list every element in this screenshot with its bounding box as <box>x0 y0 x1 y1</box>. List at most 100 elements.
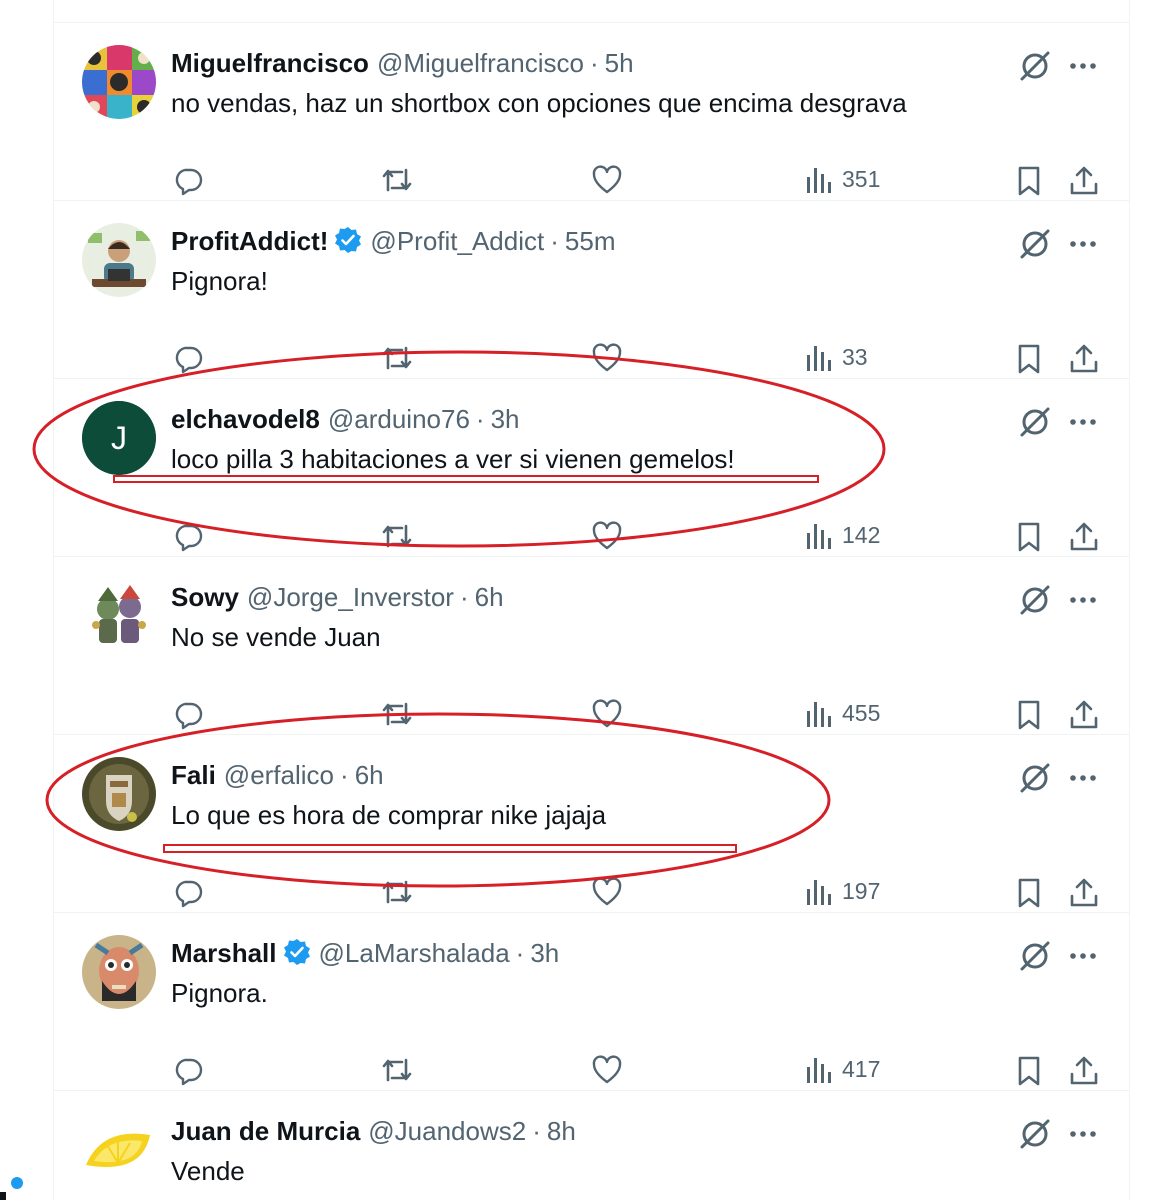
author-name[interactable]: Miguelfrancisco <box>171 48 369 78</box>
bookmark-icon[interactable] <box>1014 876 1044 915</box>
tweet[interactable]: Miguelfrancisco @Miguelfrancisco · 5h no ve… <box>54 22 1129 201</box>
views-counter[interactable]: 417 <box>804 1054 880 1091</box>
tweet[interactable]: Sowy @Jorge_Inverstor · 6h No se vende Juan… <box>54 556 1129 735</box>
timestamp[interactable]: 6h <box>475 582 504 612</box>
author-name[interactable]: Juan de Murcia <box>171 1116 360 1146</box>
more-icon[interactable] <box>1066 405 1100 444</box>
share-icon[interactable] <box>1068 164 1100 203</box>
author-handle[interactable]: @Miguelfrancisco <box>377 48 584 78</box>
tweet[interactable]: ProfitAddict! @Profit_Addict · 55m Pignora!… <box>54 200 1129 379</box>
retweet-icon[interactable] <box>380 520 414 557</box>
heart-icon[interactable] <box>591 698 623 735</box>
author-handle[interactable]: @Jorge_Inverstor <box>247 582 454 612</box>
reply-icon[interactable] <box>172 164 204 201</box>
separator-dot: · <box>589 48 599 78</box>
timestamp[interactable]: 3h <box>530 938 559 968</box>
separator-dot: · <box>459 582 469 612</box>
heart-icon[interactable] <box>591 876 623 913</box>
verified-badge-icon <box>334 226 362 261</box>
author-name[interactable]: Fali <box>171 760 216 790</box>
bookmark-icon[interactable] <box>1014 342 1044 381</box>
more-icon[interactable] <box>1066 1117 1100 1156</box>
author-handle[interactable]: @LaMarshalada <box>319 938 510 968</box>
tweet[interactable]: Fali @erfalico · 6h Lo que es hora de compr… <box>54 734 1129 913</box>
retweet-icon[interactable] <box>380 342 414 379</box>
avatar[interactable] <box>82 757 156 831</box>
author-handle[interactable]: @arduino76 <box>328 404 470 434</box>
avatar[interactable] <box>82 1113 156 1187</box>
more-icon[interactable] <box>1066 939 1100 978</box>
views-count: 351 <box>842 166 881 192</box>
author-handle[interactable]: @Juandows2 <box>368 1116 526 1146</box>
separator-dot: · <box>340 760 349 790</box>
reply-icon[interactable] <box>172 342 204 379</box>
bookmark-icon[interactable] <box>1014 164 1044 203</box>
tweet[interactable]: Marshall @LaMarshalada · 3h Pignora. 417 <box>54 912 1129 1091</box>
heart-icon[interactable] <box>591 520 623 557</box>
reply-icon[interactable] <box>172 520 204 557</box>
bookmark-icon[interactable] <box>1014 698 1044 737</box>
views-counter[interactable]: 33 <box>804 342 868 379</box>
timestamp[interactable]: 5h <box>605 48 634 78</box>
more-icon[interactable] <box>1066 761 1100 800</box>
timestamp[interactable]: 6h <box>355 760 384 790</box>
avatar[interactable] <box>82 45 156 119</box>
timestamp[interactable]: 8h <box>547 1116 576 1146</box>
timestamp[interactable]: 55m <box>565 226 616 256</box>
author-handle[interactable]: @erfalico <box>224 760 334 790</box>
avatar[interactable] <box>82 223 156 297</box>
share-icon[interactable] <box>1068 876 1100 915</box>
grok-icon[interactable] <box>1018 583 1052 622</box>
retweet-icon[interactable] <box>380 1054 414 1091</box>
views-count: 197 <box>842 878 881 904</box>
share-icon[interactable] <box>1068 698 1100 737</box>
reply-icon[interactable] <box>172 876 204 913</box>
more-icon[interactable] <box>1066 49 1100 88</box>
views-count: 455 <box>842 700 881 726</box>
views-icon <box>807 702 831 727</box>
retweet-icon[interactable] <box>380 876 414 913</box>
share-icon[interactable] <box>1068 342 1100 381</box>
views-counter[interactable]: 142 <box>804 520 880 557</box>
separator-dot: · <box>550 226 559 256</box>
tweet[interactable]: J elchavodel8 @arduino76 · 3h loco pilla 3 … <box>54 378 1129 557</box>
tweet[interactable]: Juan de Murcia @Juandows2 · 8h Vende <box>54 1090 1129 1201</box>
author-name[interactable]: elchavodel8 <box>171 404 320 434</box>
retweet-icon[interactable] <box>380 164 414 201</box>
tweet-header: Marshall @LaMarshalada · 3h <box>171 937 559 973</box>
grok-icon[interactable] <box>1018 227 1052 266</box>
views-icon <box>807 168 831 193</box>
heart-icon[interactable] <box>591 342 623 379</box>
views-counter[interactable]: 455 <box>804 698 880 735</box>
grok-icon[interactable] <box>1018 49 1052 88</box>
views-counter[interactable]: 197 <box>804 876 880 913</box>
more-icon[interactable] <box>1066 227 1100 266</box>
bookmark-icon[interactable] <box>1014 520 1044 559</box>
bookmark-icon[interactable] <box>1014 1054 1044 1093</box>
share-icon[interactable] <box>1068 520 1100 559</box>
grok-icon[interactable] <box>1018 761 1052 800</box>
author-name[interactable]: ProfitAddict! <box>171 226 328 256</box>
avatar[interactable] <box>82 935 156 1009</box>
grok-icon[interactable] <box>1018 405 1052 444</box>
avatar[interactable]: J <box>82 401 156 475</box>
heart-icon[interactable] <box>591 1054 623 1091</box>
tweet-header: ProfitAddict! @Profit_Addict · 55m <box>171 225 615 261</box>
more-icon[interactable] <box>1066 583 1100 622</box>
reply-icon[interactable] <box>172 1054 204 1091</box>
share-icon[interactable] <box>1068 1054 1100 1093</box>
grok-icon[interactable] <box>1018 939 1052 978</box>
timestamp[interactable]: 3h <box>491 404 520 434</box>
reply-icon[interactable] <box>172 698 204 735</box>
author-name[interactable]: Sowy <box>171 582 239 612</box>
separator-dot: · <box>475 404 485 434</box>
author-name[interactable]: Marshall <box>171 938 277 968</box>
heart-icon[interactable] <box>591 164 623 201</box>
avatar[interactable] <box>82 579 156 653</box>
retweet-icon[interactable] <box>380 698 414 735</box>
author-handle[interactable]: @Profit_Addict <box>370 226 544 256</box>
reply-feed: Miguelfrancisco @Miguelfrancisco · 5h no ve… <box>53 0 1130 1200</box>
grok-icon[interactable] <box>1018 1117 1052 1156</box>
views-counter[interactable]: 351 <box>804 164 880 201</box>
views-icon <box>807 346 831 371</box>
